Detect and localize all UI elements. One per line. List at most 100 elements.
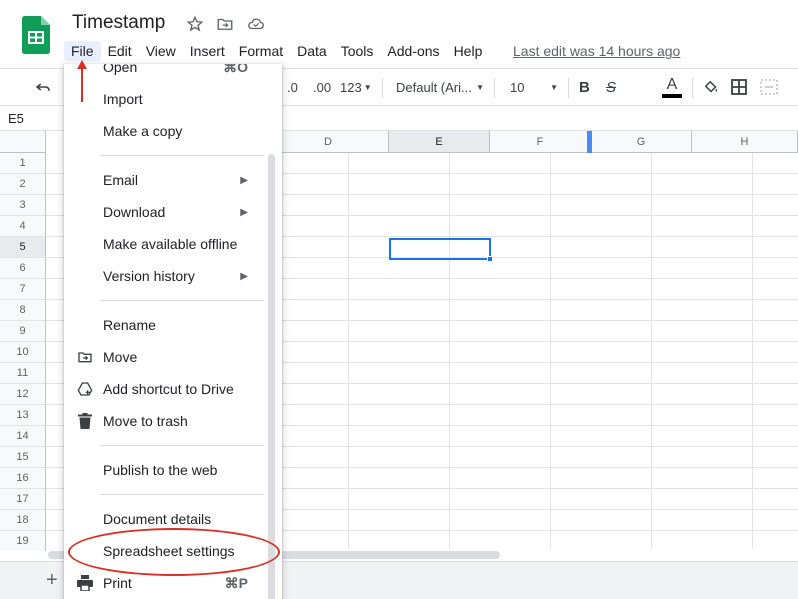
menu-scrollbar[interactable] [268, 154, 275, 599]
menu-addons[interactable]: Add-ons [380, 41, 446, 61]
font-select[interactable]: Default (Ari... ▼ [396, 69, 484, 105]
font-size-value: 10 [510, 79, 525, 95]
file-menu-email[interactable]: Email ▶ [64, 165, 264, 195]
undo-icon[interactable] [34, 69, 56, 105]
submenu-arrow-icon: ▶ [240, 270, 248, 282]
row-header[interactable]: 9 [0, 321, 46, 342]
row-header[interactable]: 15 [0, 447, 46, 468]
file-menu-version-history-label: Version history [103, 268, 195, 284]
file-menu-publish-label: Publish to the web [103, 462, 218, 478]
selected-cell-e5[interactable] [389, 238, 493, 262]
file-menu-trash-label: Move to trash [103, 413, 188, 429]
fill-color-icon[interactable] [702, 69, 720, 105]
row-header[interactable]: 8 [0, 300, 46, 321]
file-menu-publish[interactable]: Publish to the web [64, 455, 264, 485]
file-menu-add-shortcut[interactable]: Add shortcut to Drive [64, 374, 264, 404]
move-folder-icon [76, 348, 94, 366]
select-all-corner[interactable] [0, 131, 46, 153]
annotation-highlight-ellipse [68, 528, 280, 576]
row-header[interactable]: 3 [0, 195, 46, 216]
toolbar-divider [568, 78, 569, 98]
file-menu-move[interactable]: Move [64, 342, 264, 372]
font-select-value: Default (Ari... [396, 79, 472, 95]
menu-data[interactable]: Data [290, 41, 334, 61]
row-header[interactable]: 19 [0, 531, 46, 551]
chevron-down-icon: ▼ [363, 82, 372, 92]
menu-divider [100, 494, 264, 495]
menu-bar: File Edit View Insert Format Data Tools … [64, 40, 489, 62]
bold-button[interactable]: B [579, 69, 590, 105]
menu-format[interactable]: Format [232, 41, 290, 61]
row-header[interactable]: 18 [0, 510, 46, 531]
borders-icon[interactable] [731, 69, 749, 105]
file-menu-open[interactable]: Open ⌘O [64, 64, 264, 82]
fill-handle[interactable] [487, 256, 493, 262]
column-freeze-handle[interactable] [587, 131, 592, 153]
strikethrough-button[interactable]: S [606, 69, 616, 105]
star-icon[interactable] [185, 14, 205, 34]
toolbar-divider [382, 78, 383, 98]
file-menu-email-label: Email [103, 172, 139, 188]
row-header[interactable]: 10 [0, 342, 46, 363]
menu-tools[interactable]: Tools [334, 41, 381, 61]
file-menu-version-history[interactable]: Version history ▶ [64, 261, 264, 291]
header: Timestamp File Edit View Insert Format D… [0, 0, 798, 68]
file-menu-download[interactable]: Download ▶ [64, 197, 264, 227]
increase-decimal-button[interactable]: .00 [313, 69, 331, 105]
file-menu-rename[interactable]: Rename [64, 310, 264, 340]
row-header[interactable]: 12 [0, 384, 46, 405]
row-header[interactable]: 16 [0, 468, 46, 489]
text-color-label: A [666, 75, 678, 93]
bold-label: B [579, 78, 590, 96]
file-menu-import[interactable]: Import [64, 84, 264, 114]
row-header[interactable]: 11 [0, 363, 46, 384]
column-header-g[interactable]: G [591, 131, 692, 153]
row-header[interactable]: 7 [0, 279, 46, 300]
chevron-down-icon: ▼ [550, 82, 558, 92]
column-header-d[interactable]: D [268, 131, 389, 153]
merge-cells-icon[interactable] [760, 69, 780, 105]
strikethrough-label: S [606, 78, 617, 96]
menu-insert[interactable]: Insert [183, 41, 232, 61]
row-header[interactable]: 6 [0, 258, 46, 279]
text-color-button[interactable]: A [661, 69, 683, 105]
file-menu-offline-label: Make available offline [103, 236, 238, 252]
column-header-e[interactable]: E [389, 131, 490, 153]
annotation-arrow-icon [77, 60, 87, 102]
add-sheet-button[interactable]: + [46, 570, 58, 590]
menu-edit[interactable]: Edit [101, 41, 139, 61]
file-menu-offline[interactable]: Make available offline [64, 229, 264, 259]
document-title[interactable]: Timestamp [72, 12, 165, 34]
file-menu-dropdown: Open ⌘O Import Make a copy Email ▶ Downl… [64, 64, 282, 599]
file-menu-trash[interactable]: Move to trash [64, 406, 264, 436]
row-header[interactable]: 14 [0, 426, 46, 447]
row-header[interactable]: 5 [0, 237, 46, 258]
file-menu-add-shortcut-label: Add shortcut to Drive [103, 381, 234, 397]
row-header[interactable]: 1 [0, 153, 46, 174]
increase-decimal-label: .00 [313, 79, 332, 95]
menu-divider [100, 300, 264, 301]
file-menu-make-copy[interactable]: Make a copy [64, 116, 264, 146]
name-box[interactable]: E5 [8, 111, 24, 126]
column-header-h[interactable]: H [692, 131, 798, 153]
decrease-decimal-button[interactable]: .0 [287, 69, 298, 105]
print-icon [76, 574, 94, 592]
menu-help[interactable]: Help [447, 41, 490, 61]
file-menu-move-label: Move [103, 349, 138, 365]
more-formats-button[interactable]: 123 ▼ [340, 69, 372, 105]
file-menu-download-label: Download [103, 204, 166, 220]
row-header[interactable]: 2 [0, 174, 46, 195]
menu-view[interactable]: View [139, 41, 183, 61]
font-size-select[interactable]: 10 ▼ [510, 69, 558, 105]
row-header[interactable]: 13 [0, 405, 46, 426]
submenu-arrow-icon: ▶ [240, 174, 248, 186]
last-edit-link[interactable]: Last edit was 14 hours ago [513, 43, 680, 59]
sheets-logo-icon[interactable] [22, 16, 50, 54]
move-folder-icon[interactable] [215, 14, 235, 34]
cloud-status-icon[interactable] [246, 14, 266, 34]
row-header[interactable]: 17 [0, 489, 46, 510]
row-header[interactable]: 4 [0, 216, 46, 237]
menu-divider [100, 155, 264, 156]
file-menu-document-details-label: Document details [103, 511, 212, 527]
column-header-f[interactable]: F [490, 131, 591, 153]
